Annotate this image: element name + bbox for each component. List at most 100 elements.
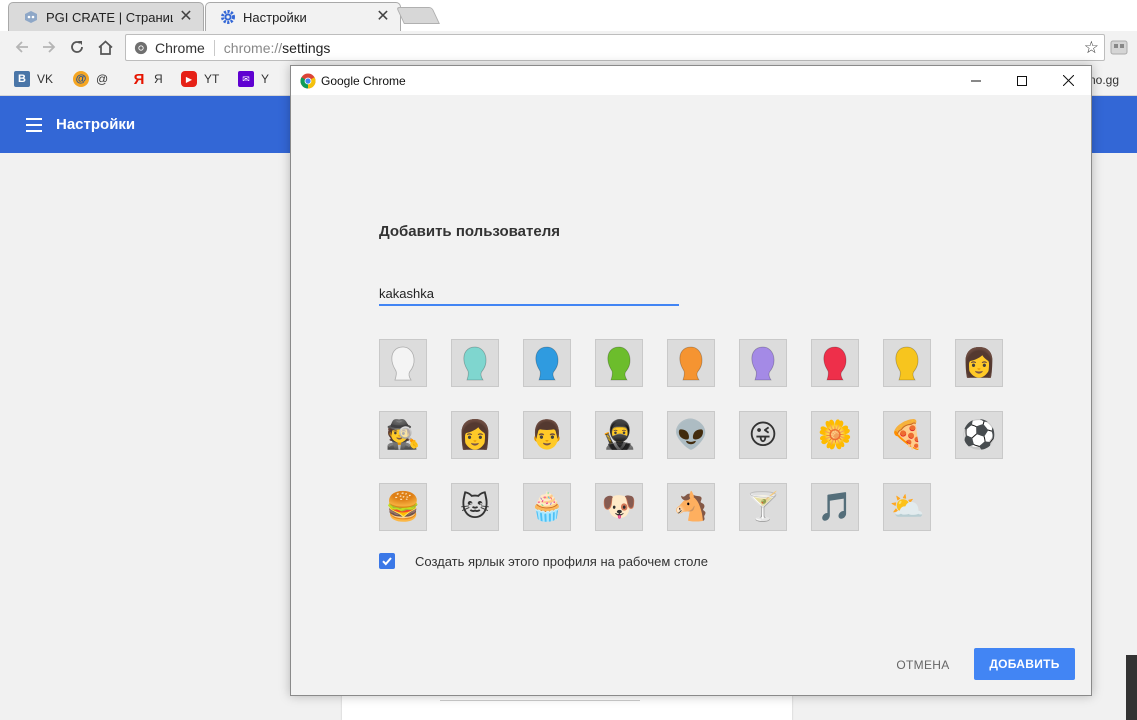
bookmark-star-icon[interactable]: ☆ <box>1084 38 1099 58</box>
maximize-icon <box>1017 75 1027 86</box>
avatar-burger-icon: 🍔 <box>385 491 421 522</box>
mail-ru-icon: @ <box>73 71 89 87</box>
avatar-green-person[interactable] <box>595 339 643 387</box>
tab-settings[interactable]: Настройки ✕ <box>205 2 401 31</box>
maximize-button[interactable] <box>999 66 1045 95</box>
avatar-ninja[interactable]: 🥷 <box>595 411 643 459</box>
address-bar[interactable]: Chrome chrome://settings ☆ <box>125 34 1105 61</box>
add-button[interactable]: ДОБАВИТЬ <box>974 648 1075 680</box>
tab-pgi-crate[interactable]: PGI CRATE | Страница 18 ✕ <box>8 2 204 31</box>
home-button[interactable] <box>94 36 116 58</box>
avatar-blue-person[interactable] <box>523 339 571 387</box>
avatar-woman-sunglasses[interactable]: 👩 <box>451 411 499 459</box>
avatar-awesome-face[interactable]: 😜 <box>739 411 787 459</box>
dialog-window-title: Google Chrome <box>321 73 406 88</box>
minimize-icon <box>971 80 981 81</box>
tab-title: Настройки <box>243 9 307 25</box>
add-user-dialog: Google Chrome Добавить пользователя 👩 🕵 👩 👨… <box>290 65 1092 696</box>
avatar-cocktail[interactable]: 🍸 <box>739 483 787 531</box>
avatar-businessman[interactable]: 👨 <box>523 411 571 459</box>
extension-icon[interactable] <box>1109 37 1129 57</box>
avatar-cat[interactable]: 🐱 <box>451 483 499 531</box>
youtube-icon: ▶ <box>181 71 197 87</box>
avatar-alien-icon: 👽 <box>673 419 709 450</box>
avatar-horse-icon: 🐴 <box>673 491 709 522</box>
avatar-music-note-icon: 🎵 <box>817 491 853 522</box>
desktop-edge <box>1126 655 1137 720</box>
avatar-sun-cloud[interactable]: ⛅ <box>883 483 931 531</box>
close-tab-icon[interactable]: ✕ <box>179 9 193 25</box>
avatar-flower[interactable]: 🌼 <box>811 411 859 459</box>
bookmark-label: @ <box>96 72 109 86</box>
omnibox-chip: Chrome <box>155 39 205 56</box>
person-silhouette-icon <box>751 346 775 381</box>
back-button[interactable] <box>11 36 33 58</box>
avatar-cocktail-icon: 🍸 <box>745 491 781 522</box>
url-host: settings <box>282 39 331 56</box>
avatar-ninja-sunglasses-icon: 🕵 <box>385 419 421 450</box>
yandex-icon: Я <box>133 70 145 88</box>
bookmark-yahoo[interactable]: ✉ Y <box>238 71 269 87</box>
avatar-dog[interactable]: 🐶 <box>595 483 643 531</box>
bookmark-yandex[interactable]: Я Я <box>131 70 163 88</box>
pgi-crate-favicon-icon <box>23 9 39 25</box>
avatar-yellow-person[interactable] <box>883 339 931 387</box>
bookmark-label: Y <box>261 72 270 86</box>
avatar-orange-person[interactable] <box>667 339 715 387</box>
close-tab-icon[interactable]: ✕ <box>376 9 390 25</box>
dialog-content: Добавить пользователя 👩 🕵 👩 👨 🥷 👽 😜 🌼 🍕 ⚽ 🍔 🐱 🧁 🐶 🐴 🍸 🎵 ⛅… <box>291 95 1091 695</box>
forward-arrow-icon <box>43 41 56 53</box>
avatar-white-person[interactable] <box>379 339 427 387</box>
settings-divider <box>440 700 640 701</box>
forward-button[interactable] <box>38 36 60 58</box>
reload-button[interactable] <box>66 36 88 58</box>
avatar-ninja-sunglasses[interactable]: 🕵 <box>379 411 427 459</box>
bookmark-overflow-text[interactable]: no.gg <box>1089 73 1119 87</box>
bookmark-vk[interactable]: B VK <box>14 71 53 87</box>
avatar-soccer-ball-icon: ⚽ <box>961 419 997 450</box>
new-tab-button[interactable] <box>396 7 440 24</box>
user-name-input[interactable] <box>379 283 679 306</box>
avatar-music-note[interactable]: 🎵 <box>811 483 859 531</box>
back-arrow-icon <box>15 41 28 53</box>
avatar-pizza-icon: 🍕 <box>889 419 925 450</box>
person-silhouette-icon <box>535 346 559 381</box>
hamburger-menu-icon[interactable] <box>26 117 42 132</box>
bookmark-label: YT <box>204 72 220 86</box>
dialog-titlebar: Google Chrome <box>291 66 1091 95</box>
omnibox-separator <box>213 39 215 56</box>
minimize-button[interactable] <box>953 66 999 95</box>
avatar-businesswoman-icon: 👩 <box>961 347 997 378</box>
yahoo-mail-icon: ✉ <box>238 71 254 87</box>
avatar-red-person[interactable] <box>811 339 859 387</box>
avatar-purple-person[interactable] <box>739 339 787 387</box>
desktop-shortcut-checkbox[interactable] <box>379 553 395 569</box>
bookmark-label: Я <box>154 72 163 86</box>
avatar-awesome-face-icon: 😜 <box>748 419 778 450</box>
avatar-horse[interactable]: 🐴 <box>667 483 715 531</box>
avatar-cupcake[interactable]: 🧁 <box>523 483 571 531</box>
avatar-businesswoman[interactable]: 👩 <box>955 339 1003 387</box>
desktop-shortcut-row[interactable]: Создать ярлык этого профиля на рабочем с… <box>379 553 708 569</box>
avatar-burger[interactable]: 🍔 <box>379 483 427 531</box>
avatar-alien[interactable]: 👽 <box>667 411 715 459</box>
bookmark-mail[interactable]: @ @ <box>73 71 108 87</box>
avatar-pizza[interactable]: 🍕 <box>883 411 931 459</box>
tab-strip: PGI CRATE | Страница 18 ✕ Настройки ✕ <box>0 0 1137 31</box>
vk-icon: B <box>14 71 30 87</box>
avatar-soccer-ball[interactable]: ⚽ <box>955 411 1003 459</box>
avatar-cyan-person[interactable] <box>451 339 499 387</box>
settings-gear-icon <box>220 9 236 25</box>
close-window-button[interactable] <box>1045 66 1091 95</box>
avatar-sun-cloud-icon: ⛅ <box>889 491 925 522</box>
avatar-woman-sunglasses-icon: 👩 <box>457 419 493 450</box>
checkmark-icon <box>382 557 392 566</box>
person-silhouette-icon <box>391 346 415 381</box>
cancel-button[interactable]: ОТМЕНА <box>885 649 961 681</box>
dialog-heading: Добавить пользователя <box>379 223 560 240</box>
person-silhouette-icon <box>607 346 631 381</box>
person-silhouette-icon <box>895 346 919 381</box>
bookmark-youtube[interactable]: ▶ YT <box>181 71 219 87</box>
tab-title: PGI CRATE | Страница 18 <box>46 9 173 25</box>
chrome-page-icon <box>134 41 148 54</box>
